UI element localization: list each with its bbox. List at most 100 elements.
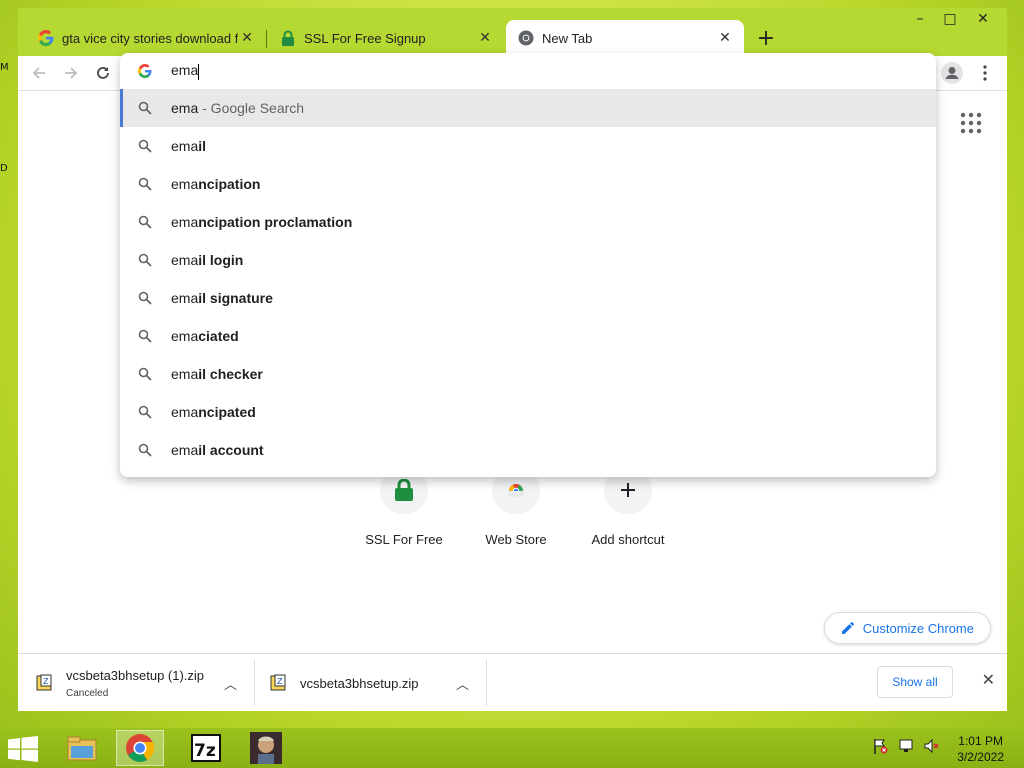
customize-chrome-label: Customize Chrome (862, 620, 974, 636)
suggestion-typed: ema (171, 404, 199, 420)
tab-title: SSL For Free Signup (304, 30, 426, 46)
search-icon (138, 367, 152, 381)
tab-new-tab[interactable]: New Tab ✕ (506, 20, 744, 56)
suggestion-completion: il (198, 138, 207, 154)
svg-text:Z: Z (277, 677, 283, 686)
google-apps-button[interactable] (959, 111, 983, 135)
suggestion-text: emaciated (171, 328, 239, 344)
show-all-downloads-button[interactable]: Show all (877, 666, 953, 698)
download-status: Canceled (66, 687, 109, 699)
suggestion-typed: ema (171, 290, 199, 306)
suggestion-typed: ema (171, 442, 199, 458)
download-filename: vcsbeta3bhsetup (1).zip (66, 667, 205, 683)
omnibox-suggestion[interactable]: emancipated (120, 393, 936, 431)
shortcut-tiles: SSL For Free Web Store Add shortcut (348, 466, 684, 547)
suggestion-text: emancipated (171, 404, 256, 420)
forward-button[interactable] (58, 60, 84, 86)
suggestion-completion: il login (198, 252, 244, 268)
shortcut-web-store[interactable]: Web Store (460, 466, 572, 547)
address-bar[interactable]: ema (120, 53, 936, 89)
tab-strip: gta vice city stories download for ✕ SSL… (18, 20, 1007, 56)
chrome-menu-button[interactable] (975, 60, 995, 86)
windows-start-icon[interactable] (8, 736, 38, 762)
suggestion-typed: ema (171, 100, 199, 116)
suggestion-completion: ncipation proclamation (198, 214, 353, 230)
search-icon (138, 253, 152, 267)
volume-muted-icon[interactable] (924, 738, 940, 754)
zip-file-icon: Z (270, 674, 286, 691)
profile-button[interactable] (939, 60, 965, 86)
suggestion-text: email login (171, 252, 243, 268)
taskbar-game-app[interactable] (242, 730, 290, 766)
suggestion-completion: ncipation (198, 176, 261, 192)
google-g-icon (38, 30, 54, 46)
arrow-right-icon (65, 67, 78, 79)
shortcut-label: Add shortcut (591, 532, 665, 547)
close-downloads-bar-icon[interactable]: ✕ (982, 670, 995, 689)
omnibox-suggestion[interactable]: email signature (120, 279, 936, 317)
reload-button[interactable] (90, 60, 116, 86)
zip-file-icon: Z (36, 674, 52, 691)
taskbar: 7z 1:01 PM 3/2/2022 (0, 728, 1024, 768)
chevron-up-icon[interactable]: ︿ (456, 674, 469, 693)
omnibox-suggestion[interactable]: email (120, 127, 936, 165)
close-tab-icon[interactable]: ✕ (238, 30, 256, 46)
tab-gta-download[interactable]: gta vice city stories download for ✕ (26, 20, 266, 56)
clock-time: 1:01 PM (958, 734, 1003, 748)
chevron-up-icon[interactable]: ︿ (224, 674, 237, 693)
network-icon[interactable] (898, 738, 914, 754)
download-filename: vcsbeta3bhsetup.zip (300, 675, 419, 691)
customize-chrome-button[interactable]: Customize Chrome (823, 612, 991, 644)
add-shortcut-button[interactable]: Add shortcut (572, 466, 684, 547)
taskbar-file-explorer[interactable] (58, 730, 106, 766)
back-button[interactable] (26, 60, 52, 86)
search-icon (138, 101, 152, 115)
suggestion-text: email (171, 138, 206, 154)
suggestion-typed: ema (171, 214, 199, 230)
suggestion-text: email signature (171, 290, 273, 306)
action-center-flag-icon[interactable] (872, 738, 888, 754)
download-item[interactable]: Z vcsbeta3bhsetup.zip ︿ (252, 654, 488, 712)
downloads-bar: Z vcsbeta3bhsetup (1).zip Canceled ︿ Z v… (18, 653, 1007, 711)
chrome-icon (126, 734, 155, 762)
tab-ssl-signup[interactable]: SSL For Free Signup ✕ (268, 20, 504, 56)
system-clock[interactable]: 1:01 PM 3/2/2022 (957, 733, 1004, 765)
green-lock-icon (395, 479, 413, 501)
omnibox-suggestion[interactable]: email login (120, 241, 936, 279)
omnibox-input[interactable]: ema (171, 62, 200, 80)
svg-text:Z: Z (43, 677, 49, 686)
omnibox-suggestion[interactable]: ema - Google Search (120, 89, 936, 127)
suggestion-completion: il checker (198, 366, 263, 382)
shortcut-label: SSL For Free (365, 532, 443, 547)
omnibox-suggestion[interactable]: emancipation proclamation (120, 203, 936, 241)
svg-text:7z: 7z (194, 741, 216, 761)
suggestion-text: emancipation proclamation (171, 214, 352, 230)
search-icon (138, 215, 152, 229)
search-icon (138, 291, 152, 305)
download-item[interactable]: Z vcsbeta3bhsetup (1).zip Canceled ︿ (18, 654, 254, 712)
pencil-icon (841, 621, 854, 634)
folder-icon (67, 736, 97, 761)
search-icon (138, 177, 152, 191)
omnibox-suggestion[interactable]: emaciated (120, 317, 936, 355)
game-portrait-icon (250, 732, 282, 764)
apps-grid-icon (960, 112, 982, 134)
taskbar-chrome[interactable] (116, 730, 164, 766)
web-store-icon (508, 484, 524, 497)
google-g-icon (138, 64, 152, 78)
omnibox-suggestion[interactable]: email checker (120, 355, 936, 393)
suggestion-text: email account (171, 442, 264, 458)
new-tab-button[interactable]: + (752, 24, 780, 52)
desktop-icon-label-fragment: M (0, 62, 9, 73)
avatar-icon (941, 62, 963, 84)
close-tab-icon[interactable]: ✕ (716, 30, 734, 46)
omnibox-suggestion[interactable]: email account (120, 431, 936, 469)
search-icon (138, 443, 152, 457)
7zip-icon: 7z (191, 734, 221, 762)
taskbar-7zip[interactable]: 7z (182, 730, 230, 766)
shortcut-ssl-for-free[interactable]: SSL For Free (348, 466, 460, 547)
tab-title: New Tab (542, 30, 593, 46)
omnibox-suggestion[interactable]: emancipation (120, 165, 936, 203)
suggestion-list: ema - Google Search email emancipation eman… (120, 89, 936, 469)
close-tab-icon[interactable]: ✕ (476, 30, 494, 46)
